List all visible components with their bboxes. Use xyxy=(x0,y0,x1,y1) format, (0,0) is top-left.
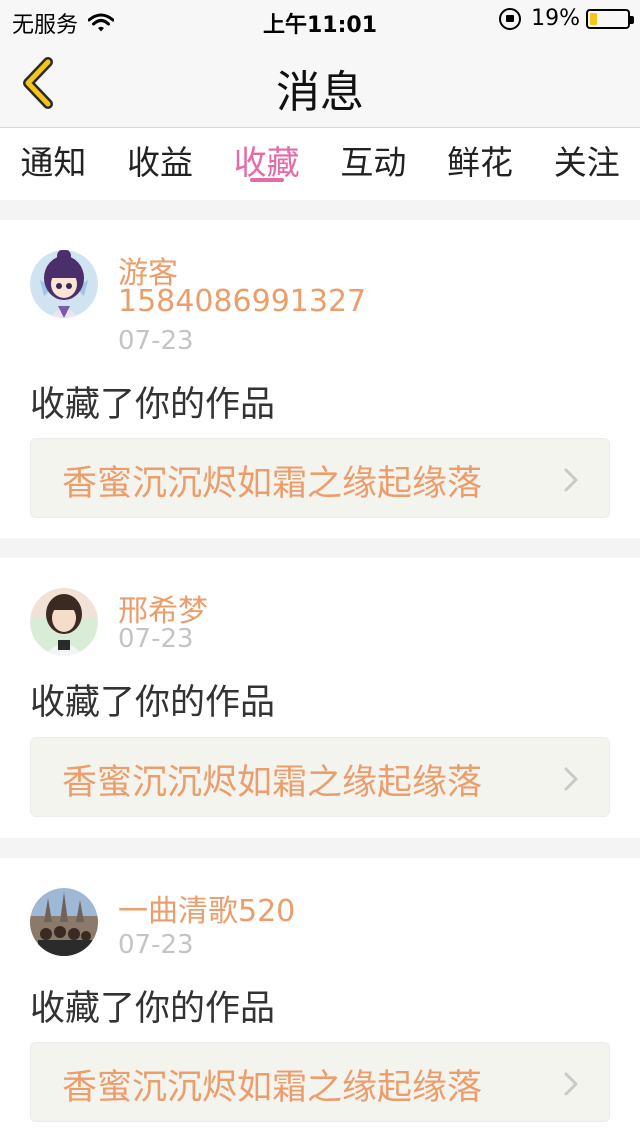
message-card: 邢希梦 07-23 收藏了你的作品 香蜜沉沉烬如霜之缘起缘落 xyxy=(0,558,640,838)
chevron-right-icon xyxy=(564,468,578,492)
tab-label: 收藏 xyxy=(233,143,300,182)
work-link[interactable]: 香蜜沉沉烬如霜之缘起缘落 xyxy=(30,1042,610,1122)
section-divider xyxy=(0,538,640,558)
action-text: 收藏了你的作品 xyxy=(30,683,276,723)
nav-bar: 消息 xyxy=(0,40,640,128)
tab-5[interactable]: 关注 xyxy=(533,128,640,200)
section-divider xyxy=(0,200,640,220)
tab-3[interactable]: 互动 xyxy=(320,128,427,200)
work-link[interactable]: 香蜜沉沉烬如霜之缘起缘落 xyxy=(30,438,610,518)
tab-label: 通知 xyxy=(20,143,87,182)
message-date: 07-23 xyxy=(118,624,194,654)
status-bar: 无服务 上午11:01 19% xyxy=(0,0,640,40)
chevron-right-icon xyxy=(564,1072,578,1096)
tab-bar: 通知 收益 收藏 互动 鲜花 关注 xyxy=(0,128,640,200)
tab-label: 关注 xyxy=(553,143,620,182)
tab-1[interactable]: 收益 xyxy=(107,128,214,200)
message-date: 07-23 xyxy=(118,930,194,960)
tab-label: 收益 xyxy=(127,143,193,182)
battery-icon xyxy=(586,8,634,29)
work-title: 香蜜沉沉烬如霜之缘起缘落 xyxy=(62,464,483,504)
message-date: 07-23 xyxy=(118,326,194,356)
work-title: 香蜜沉沉烬如霜之缘起缘落 xyxy=(62,1068,483,1108)
tab-label: 鲜花 xyxy=(447,143,514,182)
status-right: 19% xyxy=(499,6,634,31)
user-id: 1584086991327 xyxy=(118,284,367,319)
message-card: 一曲清歌520 07-23 收藏了你的作品 香蜜沉沉烬如霜之缘起缘落 xyxy=(0,858,640,1136)
section-divider xyxy=(0,838,640,858)
tab-4[interactable]: 鲜花 xyxy=(427,128,534,200)
avatar[interactable] xyxy=(30,888,98,956)
work-link[interactable]: 香蜜沉沉烬如霜之缘起缘落 xyxy=(30,737,610,817)
battery-fill xyxy=(590,12,597,25)
tab-label: 互动 xyxy=(340,143,407,182)
avatar-image xyxy=(30,888,98,956)
battery-tip xyxy=(630,15,634,24)
action-text: 收藏了你的作品 xyxy=(30,385,276,425)
user-name[interactable]: 一曲清歌520 xyxy=(118,886,295,930)
tab-2[interactable]: 收藏 xyxy=(213,128,320,200)
message-card: 游客 1584086991327 07-23 收藏了你的作品 香蜜沉沉烬如霜之缘… xyxy=(0,220,640,538)
rotation-lock-icon xyxy=(499,7,522,30)
avatar[interactable] xyxy=(30,250,98,318)
page-title: 消息 xyxy=(276,67,364,118)
avatar[interactable] xyxy=(30,588,98,656)
tab-active-indicator xyxy=(249,178,284,182)
tab-0[interactable]: 通知 xyxy=(0,128,107,200)
work-title: 香蜜沉沉烬如霜之缘起缘落 xyxy=(62,763,483,803)
avatar-image xyxy=(30,588,98,656)
action-text: 收藏了你的作品 xyxy=(30,989,276,1029)
chevron-right-icon xyxy=(564,767,578,791)
battery-percent: 19% xyxy=(531,6,580,31)
avatar-image xyxy=(30,250,98,318)
